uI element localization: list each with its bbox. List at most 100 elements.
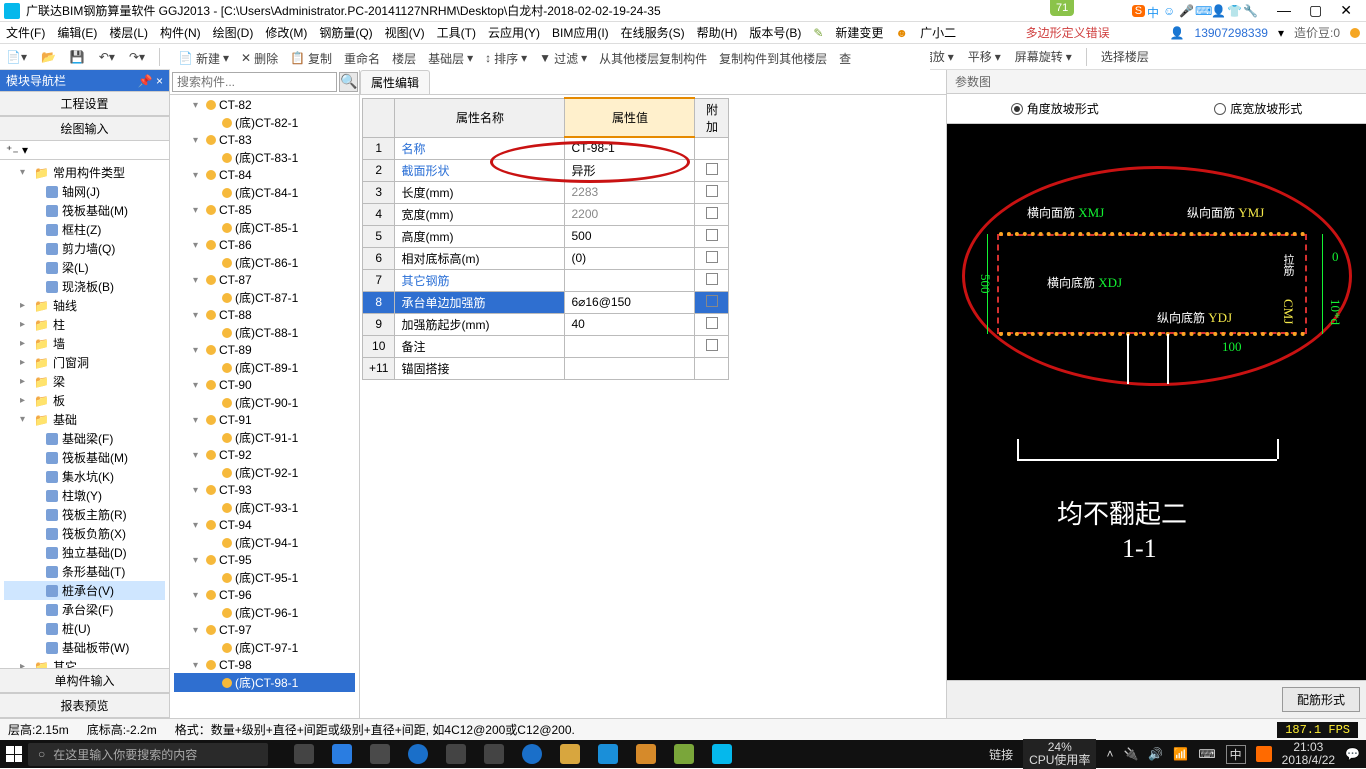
ime-wrench-icon[interactable]: 🔧 — [1243, 4, 1257, 18]
nav-item[interactable]: ▸📁轴线 — [4, 296, 165, 315]
nav-item[interactable]: ▸📁梁 — [4, 372, 165, 391]
menu-edit[interactable]: 编辑(E) — [57, 24, 97, 41]
btn-copy[interactable]: 📋复制 — [290, 50, 332, 67]
component-item[interactable]: (底)CT-95-1 — [174, 568, 355, 587]
rebar-form-button[interactable]: 配筋形式 — [1282, 687, 1360, 712]
ie-icon[interactable] — [522, 744, 542, 764]
dd-floor[interactable]: 楼层 — [392, 50, 416, 67]
tab-property-edit[interactable]: 属性编辑 — [360, 70, 430, 94]
nav-item[interactable]: 独立基础(D) — [4, 543, 165, 562]
tb-pan[interactable]: 平移▾ — [968, 48, 1001, 65]
tray-lang[interactable]: 中 — [1226, 745, 1246, 764]
ime-badge[interactable]: S — [1132, 5, 1145, 17]
nav-item[interactable]: ▸📁柱 — [4, 315, 165, 334]
menu-modify[interactable]: 修改(M) — [265, 24, 307, 41]
nav-item[interactable]: 筏板基础(M) — [4, 201, 165, 220]
menu-bim[interactable]: BIM应用(I) — [552, 24, 609, 41]
nav-tree-toolbar[interactable]: ⁺₋ ▾ — [0, 141, 169, 160]
component-item[interactable]: ▾CT-95 — [174, 552, 355, 568]
property-row[interactable]: 7其它钢筋 — [363, 269, 729, 291]
menu-version[interactable]: 版本号(B) — [749, 24, 801, 41]
menu-floor[interactable]: 楼层(L) — [109, 24, 148, 41]
menu-tool[interactable]: 工具(T) — [437, 24, 476, 41]
tb-new-icon[interactable]: 📄▾ — [6, 50, 27, 64]
ime-smile-icon[interactable]: ☺ — [1163, 4, 1177, 18]
component-item[interactable]: ▾CT-93 — [174, 482, 355, 498]
component-item[interactable]: (底)CT-93-1 — [174, 498, 355, 517]
tray-notifications-icon[interactable]: 💬 — [1345, 747, 1360, 761]
edge-icon[interactable] — [408, 744, 428, 764]
tb-open-icon[interactable]: 📂 — [41, 50, 56, 64]
app-icon-7[interactable] — [674, 744, 694, 764]
nav-item[interactable]: 承台梁(F) — [4, 600, 165, 619]
nav-item[interactable]: ▸📁墙 — [4, 334, 165, 353]
property-row[interactable]: 10备注 — [363, 335, 729, 357]
tb-rotate[interactable]: 屏幕旋转▾ — [1015, 48, 1072, 65]
component-item[interactable]: (底)CT-94-1 — [174, 533, 355, 552]
app-icon-2[interactable] — [370, 744, 390, 764]
ime-mic-icon[interactable]: 🎤 — [1179, 4, 1193, 18]
menu-online[interactable]: 在线服务(S) — [621, 24, 685, 41]
nav-btn-report[interactable]: 报表预览 — [0, 693, 169, 717]
component-item[interactable]: ▾CT-84 — [174, 167, 355, 183]
tray-sogou-icon[interactable] — [1256, 746, 1272, 762]
taskbar-search[interactable]: ○ 在这里输入你要搜索的内容 — [28, 743, 268, 766]
tray-conn[interactable]: 链接 — [989, 746, 1013, 763]
property-row[interactable]: 2截面形状异形 — [363, 159, 729, 181]
start-button[interactable] — [6, 746, 22, 762]
component-item[interactable]: (底)CT-97-1 — [174, 638, 355, 657]
tb-save-icon[interactable]: 💾 — [70, 50, 85, 64]
property-row[interactable]: 4宽度(mm)2200 — [363, 203, 729, 225]
search-button[interactable]: 🔍 — [339, 72, 358, 92]
component-item[interactable]: ▾CT-97 — [174, 622, 355, 638]
component-item[interactable]: (底)CT-98-1 — [174, 673, 355, 692]
menu-rebar[interactable]: 钢筋量(Q) — [319, 24, 372, 41]
component-item[interactable]: ▾CT-88 — [174, 307, 355, 323]
component-item[interactable]: ▾CT-89 — [174, 342, 355, 358]
score-badge[interactable]: 71 — [1050, 0, 1074, 16]
btn-filter[interactable]: ▼过滤▾ — [539, 50, 587, 67]
btn-copyfrom[interactable]: 从其他楼层复制构件 — [599, 50, 707, 67]
nav-item[interactable]: ▸📁其它 — [4, 657, 165, 668]
nav-pin-icon[interactable]: 📌 — [138, 74, 153, 88]
tray-net-icon[interactable]: 📶 — [1173, 747, 1188, 761]
app-icon-3[interactable] — [446, 744, 466, 764]
nav-item[interactable]: 轴网(J) — [4, 182, 165, 201]
tb-redo-icon[interactable]: ↷▾ — [129, 50, 145, 64]
nav-item[interactable]: 框柱(Z) — [4, 220, 165, 239]
explorer-icon[interactable] — [560, 744, 580, 764]
component-item[interactable]: ▾CT-90 — [174, 377, 355, 393]
component-item[interactable]: (底)CT-88-1 — [174, 323, 355, 342]
btn-delete[interactable]: ✕删除 — [241, 50, 278, 67]
ime-person-icon[interactable]: 👤 — [1211, 4, 1225, 18]
nav-group-projectset[interactable]: 工程设置 — [0, 91, 169, 115]
component-item[interactable]: ▾CT-83 — [174, 132, 355, 148]
property-row[interactable]: 8承台单边加强筋6⌀16@150 — [363, 291, 729, 313]
nav-close-icon[interactable]: × — [156, 74, 163, 88]
tb-undo-icon[interactable]: ↶▾ — [99, 50, 115, 64]
property-table[interactable]: 属性名称属性值附加 1名称CT-98-12截面形状异形3长度(mm)22834宽… — [362, 97, 729, 380]
menu-user2[interactable]: 广小二 — [920, 24, 956, 41]
task-view-icon[interactable] — [294, 744, 314, 764]
component-item[interactable]: (底)CT-96-1 — [174, 603, 355, 622]
component-item[interactable]: ▾CT-87 — [174, 272, 355, 288]
btn-copyto[interactable]: 复制构件到其他楼层 — [719, 50, 827, 67]
nav-item[interactable]: 筏板主筋(R) — [4, 505, 165, 524]
menu-cloud[interactable]: 云应用(Y) — [488, 24, 540, 41]
menu-draw[interactable]: 绘图(D) — [213, 24, 254, 41]
property-row[interactable]: 3长度(mm)2283 — [363, 181, 729, 203]
nav-item[interactable]: 条形基础(T) — [4, 562, 165, 581]
app-icon-1[interactable] — [332, 744, 352, 764]
user-phone[interactable]: 13907298339 — [1195, 26, 1268, 40]
coin-label[interactable]: 造价豆:0 — [1294, 24, 1340, 41]
component-item[interactable]: (底)CT-92-1 — [174, 463, 355, 482]
component-item[interactable]: (底)CT-83-1 — [174, 148, 355, 167]
menu-file[interactable]: 文件(F) — [6, 24, 45, 41]
property-row[interactable]: 5高度(mm)500 — [363, 225, 729, 247]
nav-item[interactable]: ▾📁常用构件类型 — [4, 163, 165, 182]
nav-item[interactable]: 现浇板(B) — [4, 277, 165, 296]
component-tree[interactable]: ▾CT-82(底)CT-82-1▾CT-83(底)CT-83-1▾CT-84(底… — [170, 95, 359, 718]
property-row[interactable]: 9加强筋起步(mm)40 — [363, 313, 729, 335]
nav-item[interactable]: ▾📁基础 — [4, 410, 165, 429]
minimize-button[interactable]: — — [1277, 2, 1291, 19]
